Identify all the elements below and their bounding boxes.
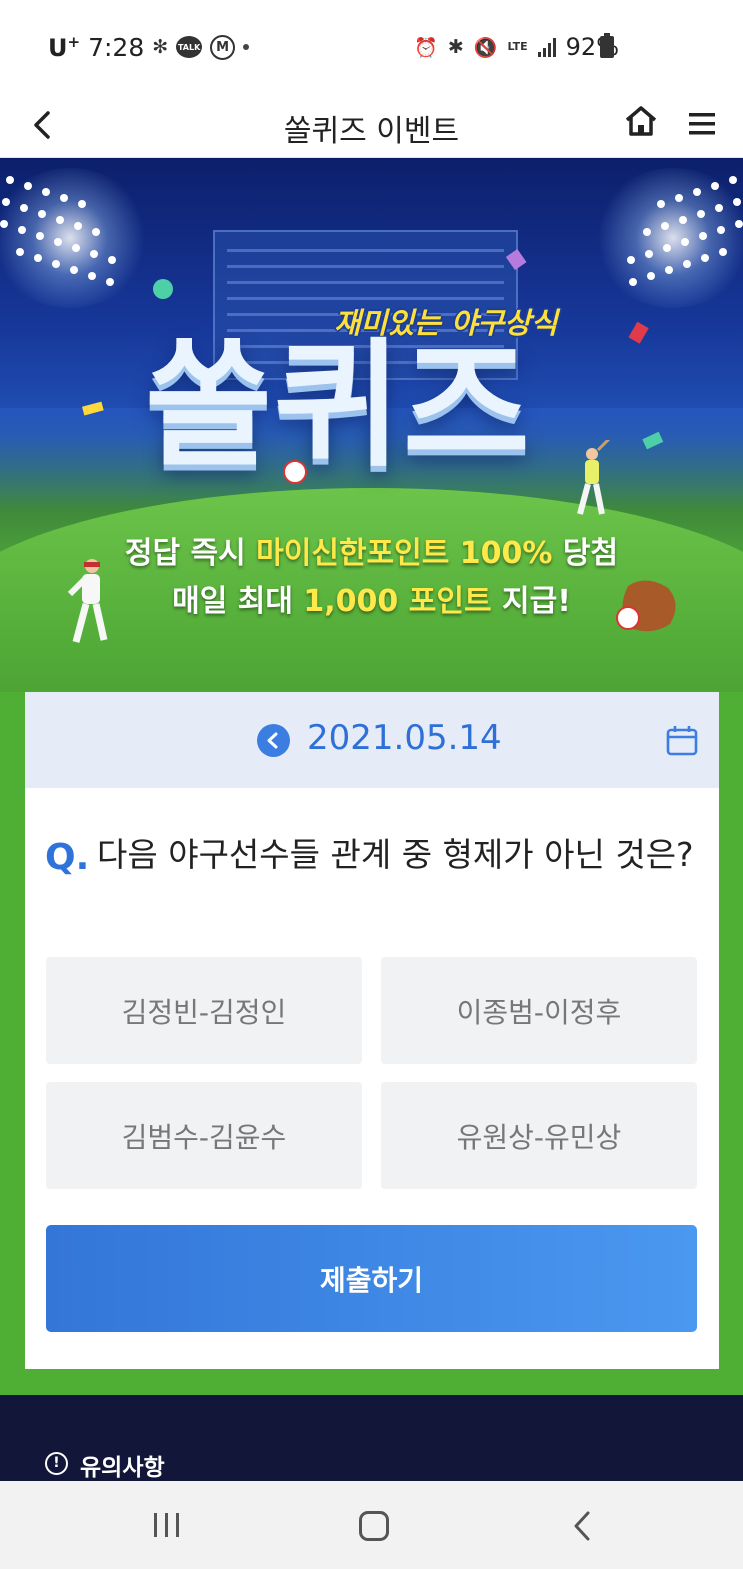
notice-section: ! 유의사항 xyxy=(0,1395,743,1481)
quiz-card: 2021.05.14 Q. 다음 야구선수들 관계 중 형제가 아닌 것은? 김… xyxy=(25,692,719,1369)
batter-player-icon xyxy=(577,440,611,515)
system-nav-bar xyxy=(0,1481,743,1569)
answer-option-4[interactable]: 유원상-유민상 xyxy=(381,1082,697,1189)
mute-icon: 🔇 xyxy=(473,36,498,59)
answer-option-2[interactable]: 이종범-이정후 xyxy=(381,957,697,1064)
stadium-lights-left-icon xyxy=(0,158,160,358)
app-header: 쏠퀴즈 이벤트 xyxy=(0,92,743,158)
promo-line-1: 정답 즉시 마이신한포인트 100% 당첨 xyxy=(124,536,619,571)
recent-apps-icon[interactable] xyxy=(150,1511,184,1539)
event-banner: 재미있는 야구상식 쏠퀴즈 정답 즉시 마이신한포인트 100% 당첨 매일 최… xyxy=(0,158,743,693)
home-icon[interactable] xyxy=(620,98,662,144)
submit-button[interactable]: 제출하기 xyxy=(46,1225,697,1332)
answer-option-1[interactable]: 김정빈-김정인 xyxy=(46,957,362,1064)
notification-dot-icon xyxy=(243,44,250,50)
status-bar: U+ 7:28 ✻ TALK M ⏰ ✱ 🔇 LTE 92% xyxy=(0,0,743,92)
question-text: 다음 야구선수들 관계 중 형제가 아닌 것은? xyxy=(97,835,694,874)
info-icon: ! xyxy=(45,1452,68,1475)
date-bar: 2021.05.14 xyxy=(25,692,719,788)
battery-icon xyxy=(600,33,614,58)
kakaotalk-icon: TALK xyxy=(176,36,203,58)
network-share-icon: ✻ xyxy=(152,36,169,58)
carrier-label: U+ xyxy=(48,32,81,62)
promo-line-2: 매일 최대 1,000 포인트 지급! xyxy=(172,584,571,619)
menu-icon[interactable] xyxy=(685,100,721,144)
confetti-dot-icon xyxy=(153,279,173,299)
question-mark-label: Q. xyxy=(45,837,90,878)
quiz-date: 2021.05.14 xyxy=(307,718,502,758)
notice-title[interactable]: 유의사항 xyxy=(80,1448,165,1482)
confetti-piece-icon xyxy=(505,249,527,271)
home-nav-icon[interactable] xyxy=(359,1511,389,1541)
bluetooth-icon: ✱ xyxy=(447,36,464,58)
quiz-section: 2021.05.14 Q. 다음 야구선수들 관계 중 형제가 아닌 것은? 김… xyxy=(0,692,743,1395)
confetti-piece-icon xyxy=(628,321,649,344)
alarm-icon: ⏰ xyxy=(414,36,438,59)
answer-option-3[interactable]: 김범수-김윤수 xyxy=(46,1082,362,1189)
lte-icon: LTE xyxy=(507,40,528,53)
signal-icon xyxy=(537,37,556,57)
calendar-icon[interactable] xyxy=(665,724,699,758)
m-app-icon: M xyxy=(210,34,236,60)
clock: 7:28 xyxy=(88,32,145,62)
quiz-logo: 쏠퀴즈 xyxy=(145,325,532,486)
confetti-piece-icon xyxy=(82,401,104,416)
previous-date-button[interactable] xyxy=(257,724,290,757)
baseball-icon xyxy=(283,460,307,484)
confetti-piece-icon xyxy=(642,431,664,450)
back-nav-icon[interactable] xyxy=(570,1509,594,1543)
chevron-left-icon xyxy=(267,732,278,749)
stadium-lights-right-icon xyxy=(583,158,743,358)
